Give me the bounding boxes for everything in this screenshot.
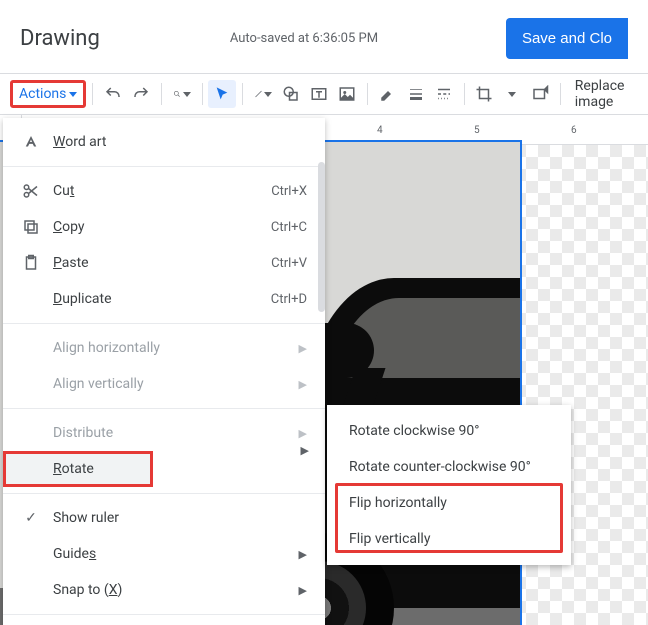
submenu-arrow-icon: ▶ [299, 378, 307, 391]
ruler-tick: 4 [377, 125, 383, 136]
mask-button[interactable] [498, 80, 526, 108]
border-weight-button[interactable] [402, 80, 430, 108]
rotate-submenu: Rotate clockwise 90° Rotate counter-cloc… [327, 405, 571, 565]
border-dash-button[interactable] [430, 80, 458, 108]
submenu-item-rotate-cw[interactable]: Rotate clockwise 90° [327, 413, 571, 449]
menu-item-show-ruler[interactable]: ✓ Show ruler [3, 500, 325, 536]
menu-label: Rotate counter-clockwise 90° [349, 459, 553, 475]
menu-item-order: Order ▶ [3, 621, 325, 625]
submenu-arrow-icon: ▶ [299, 548, 307, 561]
image-tool-button[interactable] [333, 80, 361, 108]
submenu-arrow-icon: ▶ [301, 444, 309, 457]
actions-menu-button[interactable]: Actions [10, 80, 86, 108]
caret-icon [264, 92, 272, 97]
shortcut: Ctrl+X [271, 184, 307, 199]
menu-separator [3, 323, 325, 324]
redo-button[interactable] [127, 80, 155, 108]
submenu-arrow-icon: ▶ [299, 427, 307, 440]
separator [464, 83, 465, 105]
caret-icon [183, 92, 191, 97]
line-tool-button[interactable] [249, 80, 277, 108]
menu-separator [3, 408, 325, 409]
copy-icon [19, 218, 43, 236]
replace-image-button[interactable]: Replace image [567, 78, 640, 110]
ruler-tick: 6 [571, 125, 577, 136]
crop-button[interactable] [470, 80, 498, 108]
actions-label: Actions [19, 86, 66, 102]
menu-scrollbar[interactable] [318, 162, 325, 312]
menu-item-distribute: Distribute ▶ [3, 415, 325, 451]
separator [242, 83, 243, 105]
menu-item-duplicate[interactable]: Duplicate Ctrl+D [3, 281, 325, 317]
shortcut: Ctrl+D [271, 292, 307, 307]
menu-item-guides[interactable]: Guides ▶ [3, 536, 325, 572]
menu-label: Rotate [53, 461, 135, 477]
menu-item-align-vertical: Align vertically ▶ [3, 366, 325, 402]
submenu-arrow-icon: ▶ [299, 584, 307, 597]
menu-label: Flip horizontally [349, 495, 553, 511]
shape-tool-button[interactable] [277, 80, 305, 108]
dialog-title: Drawing [20, 26, 100, 51]
ruler-tick: 5 [474, 125, 480, 136]
border-color-button[interactable] [374, 80, 402, 108]
dialog-header: Drawing Auto-saved at 6:36:05 PM Save an… [0, 0, 648, 73]
clipboard-icon [19, 254, 43, 272]
menu-item-snap-to[interactable]: Snap to (X) ▶ [3, 572, 325, 608]
check-icon: ✓ [19, 510, 43, 526]
shortcut: Ctrl+V [271, 256, 307, 271]
zoom-button[interactable] [168, 80, 196, 108]
menu-label: Snap to (X) [53, 582, 299, 598]
separator [560, 83, 561, 105]
select-tool-button[interactable] [208, 80, 236, 108]
textbox-tool-button[interactable] [305, 80, 333, 108]
menu-label: Align horizontally [53, 340, 299, 356]
wordart-icon [19, 133, 43, 151]
separator [367, 83, 368, 105]
save-and-close-button[interactable]: Save and Clo [506, 18, 628, 59]
shortcut: Ctrl+C [271, 220, 307, 235]
caret-icon [508, 92, 516, 97]
submenu-arrow-icon: ▶ [299, 342, 307, 355]
menu-item-align-horizontal: Align horizontally ▶ [3, 330, 325, 366]
menu-label: Cut [53, 183, 271, 199]
menu-separator [3, 614, 325, 615]
autosave-status: Auto-saved at 6:36:05 PM [230, 31, 506, 46]
menu-separator [3, 166, 325, 167]
menu-separator [3, 493, 325, 494]
menu-label: Word art [53, 134, 307, 150]
undo-button[interactable] [99, 80, 127, 108]
menu-item-rotate[interactable]: Rotate [3, 451, 153, 487]
toolbar: Actions Replace image [0, 73, 648, 115]
menu-label: Show ruler [53, 510, 307, 526]
separator [92, 83, 93, 105]
menu-label: Rotate clockwise 90° [349, 423, 553, 439]
menu-label: Distribute [53, 425, 299, 441]
dropdown-caret-icon [69, 92, 77, 97]
menu-label: Align vertically [53, 376, 299, 392]
menu-item-wordart[interactable]: Word art [3, 124, 325, 160]
menu-item-cut[interactable]: Cut Ctrl+X [3, 173, 325, 209]
actions-menu: Word art Cut Ctrl+X Copy Ctrl+C Paste Ct… [3, 118, 325, 625]
workspace: 4 5 6 Word art Cut Ctrl+X [0, 115, 648, 625]
menu-label: Copy [53, 219, 271, 235]
menu-label: Flip vertically [349, 531, 553, 547]
menu-label: Duplicate [53, 291, 271, 307]
menu-item-paste[interactable]: Paste Ctrl+V [3, 245, 325, 281]
submenu-item-rotate-ccw[interactable]: Rotate counter-clockwise 90° [327, 449, 571, 485]
submenu-item-flip-vertical[interactable]: Flip vertically [327, 521, 571, 557]
separator [202, 83, 203, 105]
separator [161, 83, 162, 105]
menu-label: Paste [53, 255, 271, 271]
menu-label: Guides [53, 546, 299, 562]
reset-image-button[interactable] [526, 80, 554, 108]
submenu-item-flip-horizontal[interactable]: Flip horizontally [327, 485, 571, 521]
scissors-icon [19, 182, 43, 200]
menu-item-copy[interactable]: Copy Ctrl+C [3, 209, 325, 245]
